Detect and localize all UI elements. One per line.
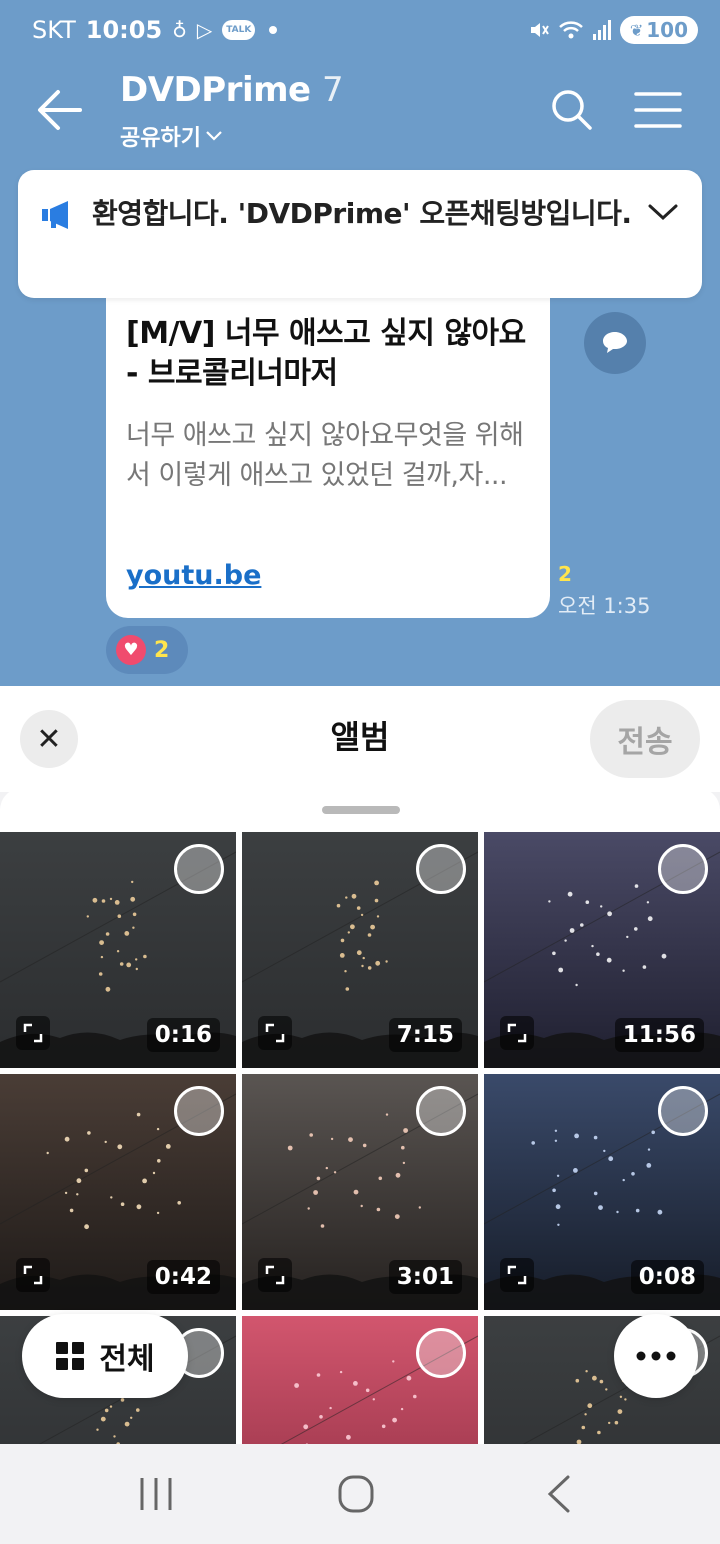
heart-icon: ♥: [116, 635, 146, 665]
expand-icon[interactable]: [500, 1258, 534, 1292]
notice-banner[interactable]: 환영합니다. 'DVDPrime' 오픈채팅방입니다.: [18, 170, 702, 298]
back-icon[interactable]: [530, 1474, 590, 1514]
member-count: 7: [321, 70, 344, 110]
share-dropdown[interactable]: 공유하기: [120, 120, 223, 152]
gesture-icon: ♁: [172, 18, 187, 42]
album-video-tile[interactable]: 0:16: [0, 832, 236, 1068]
expand-icon[interactable]: [16, 1016, 50, 1050]
expand-icon[interactable]: [16, 1258, 50, 1292]
chat-title[interactable]: DVDPrime 7: [120, 70, 344, 110]
grid-icon: [56, 1342, 85, 1370]
status-bar: SKT 10:05 ♁ ▷ TALK ❦ 100: [0, 0, 720, 62]
select-checkbox[interactable]: [174, 1086, 224, 1136]
system-navigation-bar: [0, 1444, 720, 1544]
chevron-down-icon[interactable]: [646, 198, 680, 226]
kakaotalk-icon: TALK: [222, 20, 256, 40]
album-video-tile[interactable]: 0:08: [484, 1074, 720, 1310]
album-video-tile[interactable]: 3:01: [242, 1074, 478, 1310]
status-right: ❦ 100: [528, 16, 698, 44]
link-url[interactable]: youtu.be: [126, 560, 261, 591]
video-duration: 11:56: [614, 1018, 704, 1052]
link-description: 너무 애쓰고 싶지 않아요무엇을 위해서 이렇게 애쓰고 있었던 걸까,자...: [126, 420, 524, 491]
unread-count: 2: [558, 562, 572, 586]
view-all-label: 전체: [99, 1342, 155, 1377]
room-name: DVDPrime: [120, 70, 311, 110]
home-icon[interactable]: [326, 1474, 386, 1514]
expand-icon[interactable]: [258, 1258, 292, 1292]
expand-icon[interactable]: [500, 1016, 534, 1050]
album-toolbar: ✕ 앨범 전송: [0, 686, 720, 792]
megaphone-icon: [42, 201, 68, 229]
video-duration: 0:08: [630, 1260, 704, 1294]
video-duration: 3:01: [388, 1260, 462, 1294]
status-left: SKT 10:05 ♁ ▷ TALK: [32, 16, 278, 44]
speech-bubble-icon: [603, 332, 627, 353]
reaction-count: 2: [154, 637, 170, 663]
album-video-tile[interactable]: 11:56: [484, 832, 720, 1068]
select-checkbox[interactable]: [416, 1328, 466, 1378]
signal-icon: [592, 20, 611, 40]
select-checkbox[interactable]: [416, 1086, 466, 1136]
carrier: SKT: [32, 16, 76, 44]
send-button[interactable]: 전송: [590, 700, 700, 778]
share-message-button[interactable]: [584, 312, 646, 374]
drag-handle[interactable]: [322, 806, 400, 814]
chat-header: DVDPrime 7 공유하기: [0, 62, 720, 162]
clock: 10:05: [85, 16, 163, 44]
video-duration: 7:15: [388, 1018, 462, 1052]
notice-text: 환영합니다. 'DVDPrime' 오픈채팅방입니다.: [92, 197, 632, 230]
message-time: 오전 1:35: [558, 594, 651, 618]
more-notifications-dot: [269, 26, 278, 34]
link-preview-bubble[interactable]: [M/V] 너무 애쓰고 싶지 않아요 - 브로콜리너마저 너무 애쓰고 싶지 …: [106, 250, 550, 618]
mute-icon: [530, 23, 549, 37]
wifi-icon: [558, 21, 583, 39]
more-dots-icon: [636, 1351, 676, 1361]
battery-indicator: ❦ 100: [619, 16, 698, 44]
video-duration: 0:42: [146, 1260, 220, 1294]
select-checkbox[interactable]: [416, 844, 466, 894]
album-video-tile[interactable]: [242, 1316, 478, 1444]
leaf-icon: ❦: [629, 20, 644, 40]
recent-apps-icon[interactable]: [126, 1474, 186, 1514]
more-options-button[interactable]: [614, 1314, 698, 1398]
album-video-tile[interactable]: 7:15: [242, 832, 478, 1068]
back-arrow-icon[interactable]: [34, 86, 86, 134]
menu-icon[interactable]: [634, 88, 682, 132]
share-label: 공유하기: [120, 126, 201, 151]
select-checkbox[interactable]: [658, 844, 708, 894]
reaction-badge[interactable]: ♥ 2: [106, 626, 188, 674]
play-store-icon: ▷: [196, 18, 213, 42]
battery-level: 100: [646, 18, 688, 42]
search-icon[interactable]: [548, 86, 596, 134]
select-checkbox[interactable]: [174, 844, 224, 894]
link-title: [M/V] 너무 애쓰고 싶지 않아요 - 브로콜리너마저: [126, 316, 526, 391]
chevron-down-icon: [206, 131, 222, 141]
album-video-tile[interactable]: 0:42: [0, 1074, 236, 1310]
select-checkbox[interactable]: [658, 1086, 708, 1136]
video-duration: 0:16: [146, 1018, 220, 1052]
expand-icon[interactable]: [258, 1016, 292, 1050]
view-all-button[interactable]: 전체: [22, 1314, 188, 1398]
